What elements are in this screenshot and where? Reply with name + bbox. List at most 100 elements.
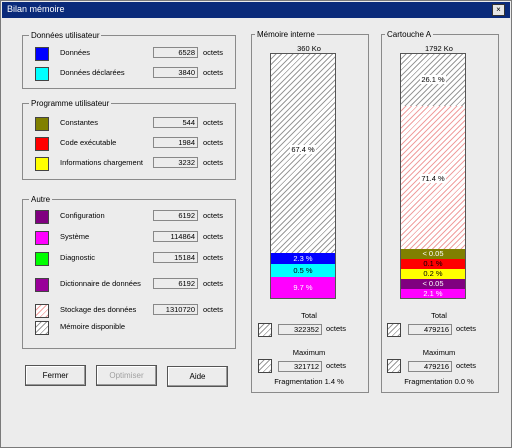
- memory-report-window: Bilan mémoire × Données utilisateur Donn…: [0, 0, 512, 448]
- internal-fragmentation: Fragmentation 1.4 %: [274, 377, 344, 386]
- data-unit: octets: [203, 48, 224, 57]
- cartridge-total-value: 479216: [408, 324, 452, 335]
- diagnostic-label: Diagnostic: [60, 253, 96, 262]
- load-info-unit: octets: [203, 158, 224, 167]
- declared-data-row: Données déclarées 3840 octets: [35, 66, 225, 81]
- user-data-group: Données utilisateur: [22, 30, 236, 89]
- data-dictionary-value: 6192: [153, 278, 198, 289]
- executable-code-label: Code exécutable: [60, 138, 117, 147]
- close-button[interactable]: Fermer: [25, 365, 86, 386]
- internal-declared-percent: 0.5 %: [293, 266, 313, 275]
- constants-unit: octets: [203, 118, 224, 127]
- cartridge-load-segment: 0.2 %: [401, 269, 465, 279]
- cartridge-capacity: 1792 Ko: [425, 44, 453, 53]
- internal-capacity: 360 Ko: [297, 44, 321, 53]
- executable-code-unit: octets: [203, 138, 224, 147]
- data-swatch: [35, 47, 49, 61]
- load-info-swatch: [35, 157, 49, 171]
- load-info-value: 3232: [153, 157, 198, 168]
- data-dictionary-row: Dictionnaire de données 6192 octets: [35, 277, 225, 292]
- internal-free-segment: 67.4 %: [271, 54, 335, 253]
- user-program-group-title: Programme utilisateur: [29, 98, 112, 109]
- executable-code-swatch: [35, 137, 49, 151]
- constants-row: Constantes 544 octets: [35, 116, 225, 131]
- declared-data-swatch: [35, 67, 49, 81]
- optimize-button[interactable]: Optimiser: [96, 365, 157, 386]
- cartridge-max-label: Maximum: [422, 348, 456, 357]
- internal-max-label: Maximum: [292, 348, 326, 357]
- cartridge-system-segment: 2.1 %: [401, 289, 465, 298]
- diagnostic-unit: octets: [203, 253, 224, 262]
- load-info-row: Informations chargement 3232 octets: [35, 156, 225, 171]
- data-label: Données: [60, 48, 91, 57]
- cartridge-total-label: Total: [431, 311, 447, 320]
- data-dictionary-swatch: [35, 278, 49, 292]
- constants-label: Constantes: [60, 118, 98, 127]
- data-dictionary-label: Dictionnaire de données: [60, 279, 141, 288]
- other-group-title: Autre: [29, 194, 53, 205]
- free-memory-row: Mémoire disponible: [35, 320, 225, 335]
- title-bar: Bilan mémoire ×: [2, 2, 510, 18]
- cartridge-storage-percent: 71.4 %: [420, 174, 446, 183]
- cartridge-config-segment: < 0.05: [401, 279, 465, 289]
- internal-system-segment: 9.7 %: [271, 277, 335, 298]
- cartridge-free-segment: 26.1 %: [401, 54, 465, 106]
- cartridge-total-unit: octets: [456, 324, 477, 333]
- configuration-unit: octets: [203, 211, 224, 220]
- internal-total-unit: octets: [326, 324, 347, 333]
- declared-data-value: 3840: [153, 67, 198, 78]
- cartridge-fragmentation: Fragmentation 0.0 %: [404, 377, 474, 386]
- internal-max-swatch: [258, 359, 272, 373]
- data-storage-value: 1310720: [153, 304, 198, 315]
- internal-declared-segment: 0.5 %: [271, 264, 335, 277]
- cartridge-total-swatch: [387, 323, 401, 337]
- close-icon[interactable]: ×: [492, 4, 505, 16]
- cartridge-max-unit: octets: [456, 361, 477, 370]
- executable-code-row: Code exécutable 1984 octets: [35, 136, 225, 151]
- cartridge-title: Cartouche A: [385, 29, 434, 40]
- diagnostic-swatch: [35, 252, 49, 266]
- configuration-row: Configuration 6192 octets: [35, 209, 225, 224]
- cartridge-storage-segment: 71.4 %: [401, 106, 465, 249]
- data-dictionary-unit: octets: [203, 279, 224, 288]
- constants-value: 544: [153, 117, 198, 128]
- cartridge-max-value: 479216: [408, 361, 452, 372]
- diagnostic-row: Diagnostic 15184 octets: [35, 251, 225, 266]
- cartridge-config-percent: < 0.05: [422, 279, 444, 288]
- help-button[interactable]: Aide: [167, 366, 228, 387]
- cartridge-load-percent: 0.2 %: [423, 269, 443, 278]
- data-storage-swatch: [35, 304, 49, 318]
- internal-data-percent: 2.3 %: [293, 254, 313, 263]
- data-storage-row: Stockage des données 1310720 octets: [35, 303, 225, 318]
- internal-system-percent: 9.7 %: [293, 283, 313, 292]
- free-memory-swatch: [35, 321, 49, 335]
- cartridge-max-swatch: [387, 359, 401, 373]
- internal-total-swatch: [258, 323, 272, 337]
- configuration-swatch: [35, 210, 49, 224]
- internal-free-percent: 67.4 %: [290, 145, 316, 154]
- internal-memory-title: Mémoire interne: [255, 29, 317, 40]
- diagnostic-value: 15184: [153, 252, 198, 263]
- system-row: Système 114864 octets: [35, 230, 225, 245]
- data-storage-unit: octets: [203, 305, 224, 314]
- executable-code-value: 1984: [153, 137, 198, 148]
- internal-max-unit: octets: [326, 361, 347, 370]
- internal-memory-bar: 67.4 % 2.3 % 0.5 % 9.7 %: [270, 53, 336, 299]
- system-unit: octets: [203, 232, 224, 241]
- configuration-value: 6192: [153, 210, 198, 221]
- user-data-row: Données 6528 octets: [35, 46, 225, 61]
- user-data-group-title: Données utilisateur: [29, 30, 102, 41]
- cartridge-code-percent: 0.1 %: [423, 259, 443, 268]
- cartridge-constants-percent: < 0.05: [422, 249, 444, 258]
- data-value: 6528: [153, 47, 198, 58]
- internal-total-label: Total: [301, 311, 317, 320]
- free-memory-label: Mémoire disponible: [60, 322, 126, 331]
- load-info-label: Informations chargement: [60, 158, 143, 167]
- declared-data-unit: octets: [203, 68, 224, 77]
- cartridge-constants-segment: < 0.05: [401, 249, 465, 259]
- window-title: Bilan mémoire: [7, 4, 65, 14]
- cartridge-code-segment: 0.1 %: [401, 259, 465, 269]
- internal-data-segment: 2.3 %: [271, 253, 335, 264]
- cartridge-system-percent: 2.1 %: [423, 289, 443, 298]
- internal-max-value: 321712: [278, 361, 322, 372]
